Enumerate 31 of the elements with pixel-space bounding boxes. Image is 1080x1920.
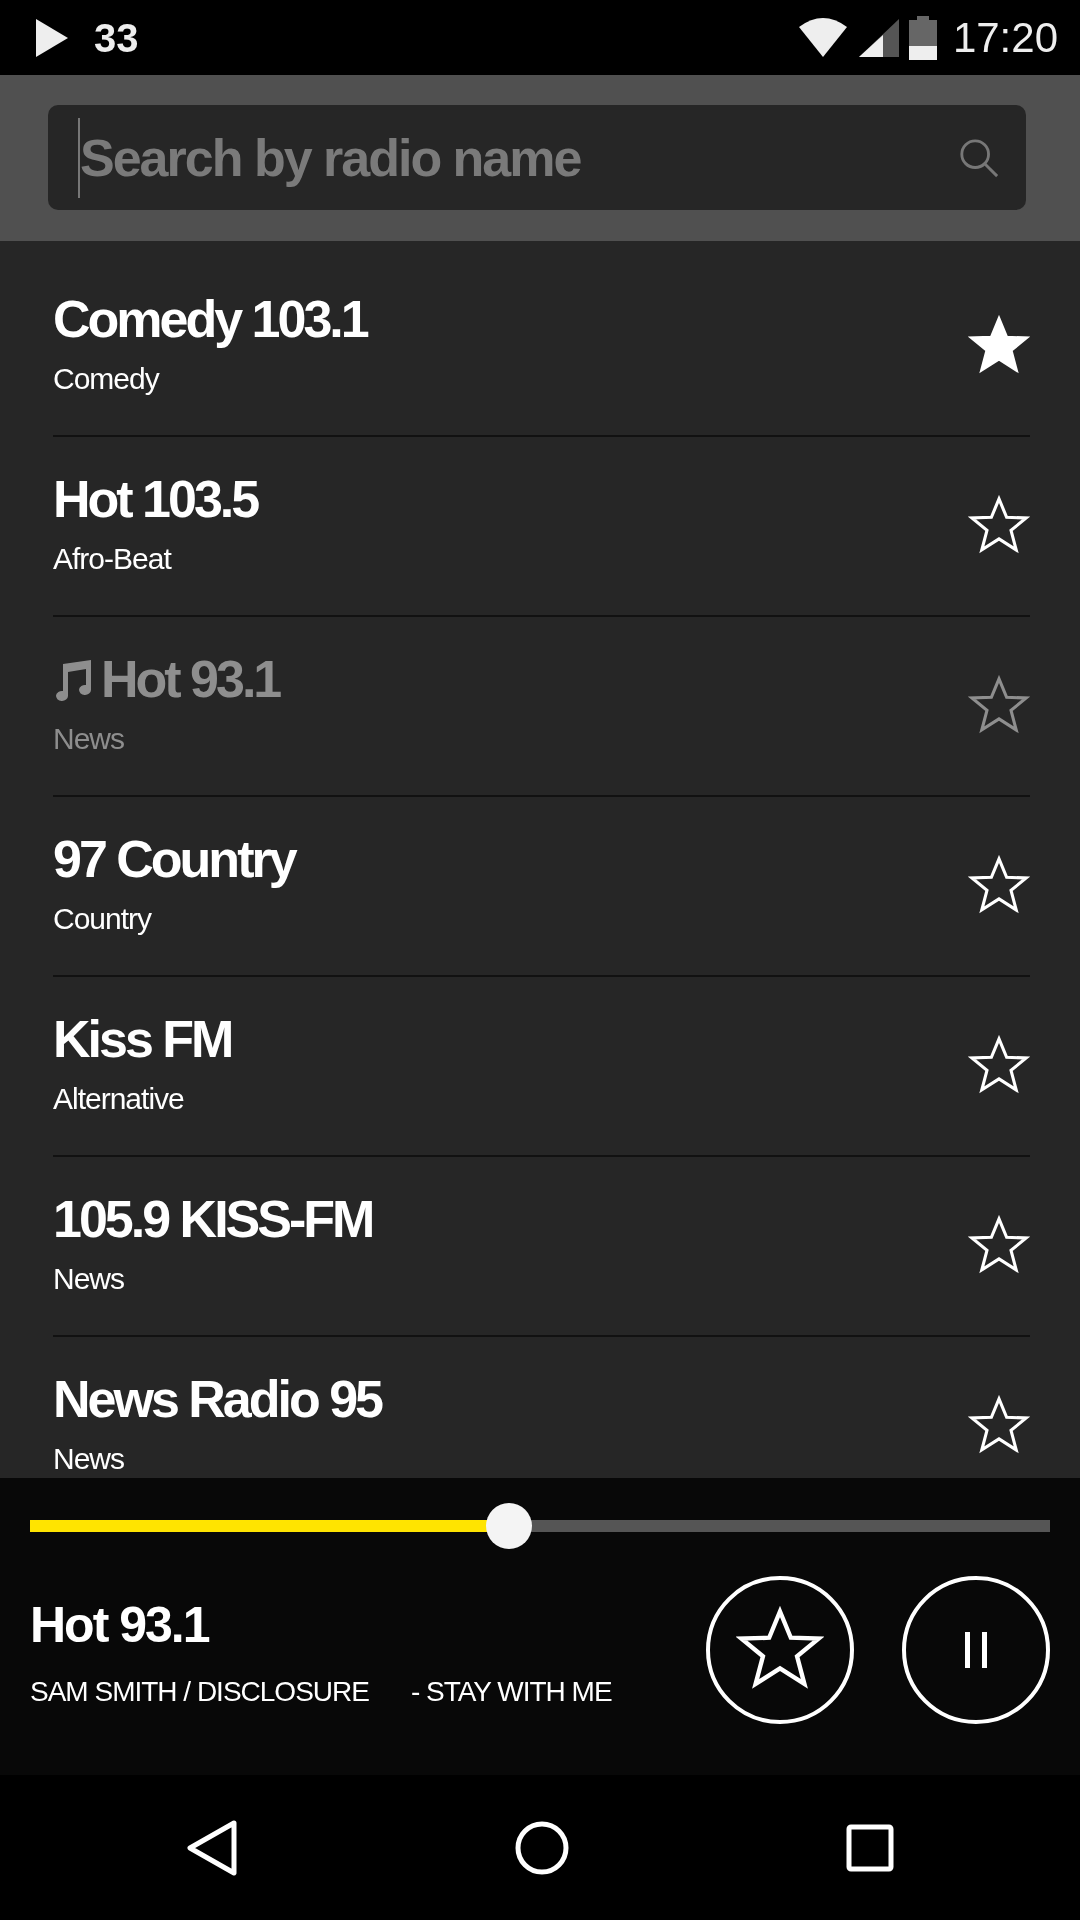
station-genre: News (53, 1441, 125, 1478)
artist-name: SAM SMITH / DISCLOSURE (30, 1674, 369, 1709)
notification-count: 33 (94, 14, 139, 62)
station-name[interactable]: Hot 103.5 (53, 470, 258, 529)
recent-apps-icon[interactable] (845, 1823, 894, 1872)
station-genre: Afro-Beat (53, 541, 173, 578)
wifi-icon (796, 16, 849, 59)
station-genre: Alternative (53, 1081, 185, 1118)
battery-icon (908, 15, 937, 60)
play-icon (34, 16, 70, 59)
station-genre: Comedy (53, 361, 161, 398)
station-genre: News (53, 721, 125, 758)
back-icon[interactable] (186, 1818, 239, 1877)
station-name[interactable]: News Radio 95 (53, 1370, 382, 1429)
search-field[interactable]: Search by radio name (48, 105, 1026, 210)
station-genre: News (53, 1261, 125, 1298)
track-title: - STAY WITH ME (410, 1674, 612, 1709)
slider-thumb[interactable] (486, 1503, 533, 1549)
station-name[interactable]: 97 Country (53, 830, 295, 889)
favorite-button[interactable] (706, 1576, 854, 1724)
now-playing-station: Hot 93.1 (30, 1595, 211, 1655)
pause-button[interactable] (902, 1576, 1050, 1724)
progress-track[interactable] (30, 1503, 1050, 1549)
station-name[interactable]: Comedy 103.1 (53, 290, 367, 349)
station-name[interactable]: Hot 93.1 (101, 650, 280, 709)
clock-time: 17:20 (952, 13, 1058, 63)
station-name[interactable]: 105.9 KISS-FM (53, 1190, 373, 1249)
station-genre: Country (53, 901, 153, 938)
home-icon[interactable] (515, 1820, 569, 1875)
station-name[interactable]: Kiss FM (53, 1010, 232, 1069)
music-note-icon (53, 657, 93, 702)
